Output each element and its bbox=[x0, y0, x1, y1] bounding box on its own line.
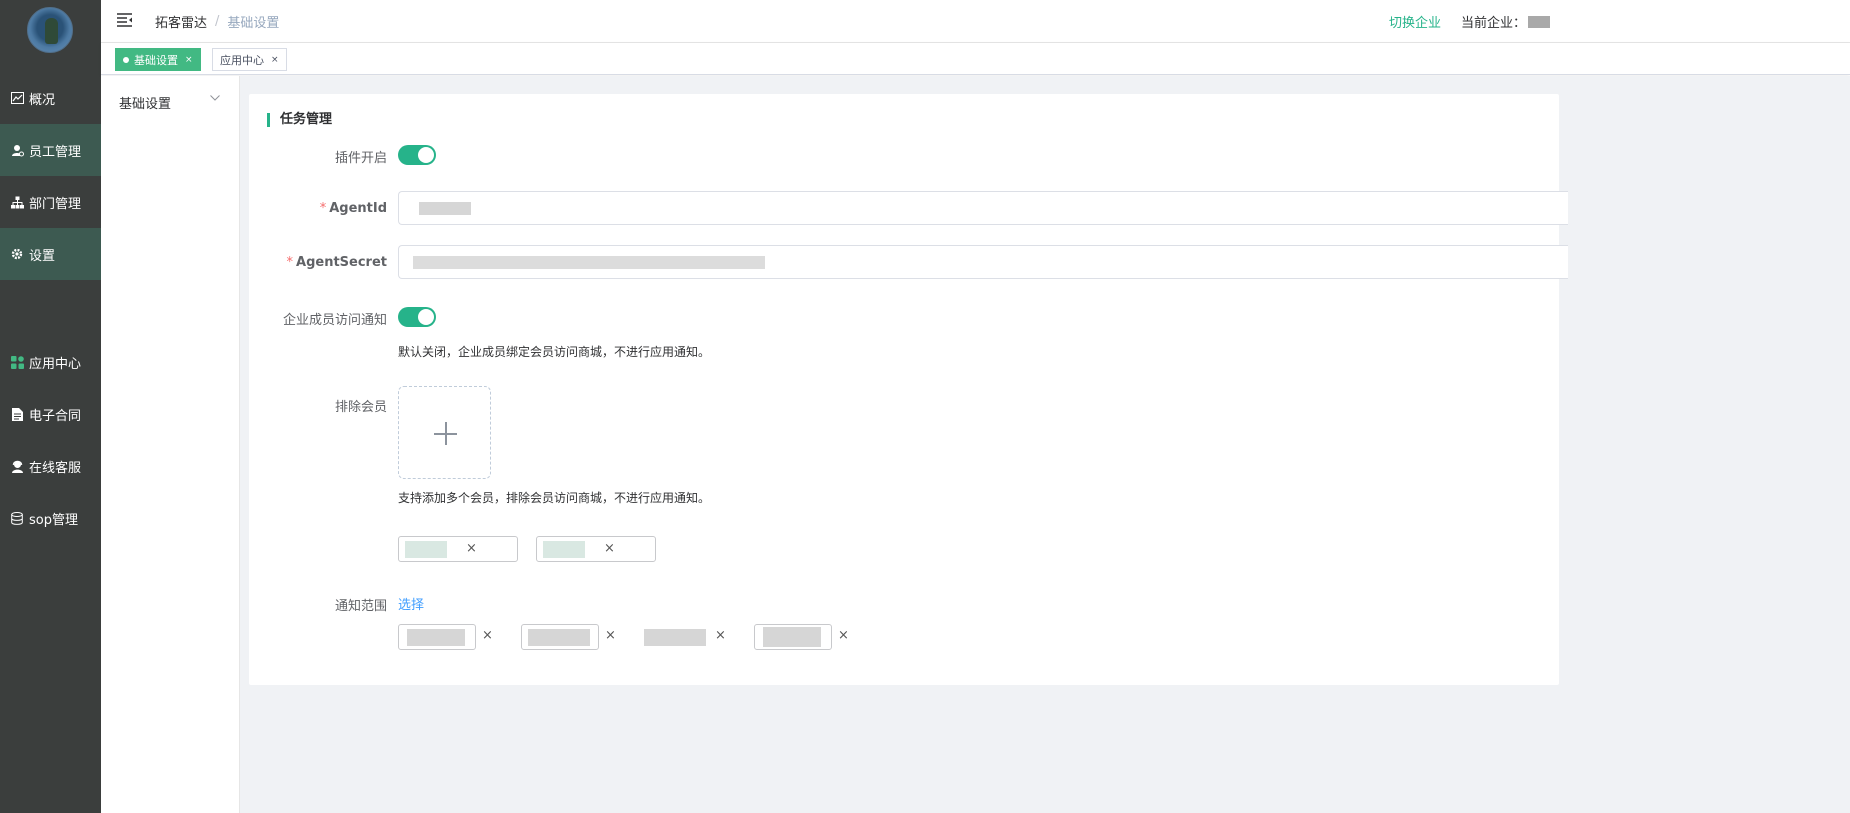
tab-app-center[interactable]: 应用中心 × bbox=[212, 48, 287, 71]
chart-icon bbox=[10, 91, 24, 105]
nav-label: 在线客服 bbox=[29, 460, 82, 476]
plugin-enable-label: 插件开启 bbox=[334, 151, 387, 166]
redacted-scope bbox=[644, 629, 706, 646]
notify-scope-chip bbox=[754, 624, 832, 650]
left-nav: 概况 员工管理 部门管理 设置 应用中心 电子合同 在线客服 sop管理 bbox=[0, 0, 101, 813]
agent-secret-label-text: AgentSecret bbox=[296, 255, 387, 270]
nav-label: 部门管理 bbox=[29, 196, 82, 212]
agent-id-label: * AgentId bbox=[320, 201, 387, 216]
nav-label: 员工管理 bbox=[29, 144, 82, 160]
nav-item-staff[interactable]: 员工管理 bbox=[0, 124, 101, 176]
active-dot bbox=[123, 56, 129, 63]
required-mark: * bbox=[319, 201, 327, 216]
redacted-member bbox=[405, 541, 447, 558]
main-content: 任务管理 插件开启 * AgentId * AgentSecret 企业成员访问通知… bbox=[240, 76, 1850, 813]
breadcrumb: 拓客雷达 / 基础设置 bbox=[155, 12, 279, 31]
apps-grid-icon bbox=[10, 355, 24, 369]
database-icon bbox=[10, 511, 24, 525]
remove-icon[interactable]: × bbox=[604, 541, 615, 556]
redacted-value bbox=[419, 202, 471, 215]
redacted-value bbox=[413, 256, 765, 269]
redacted-scope bbox=[528, 629, 590, 646]
nav-label: 电子合同 bbox=[29, 408, 82, 424]
member-notify-label: 企业成员访问通知 bbox=[282, 313, 387, 328]
submenu-item-basic-settings[interactable]: 基础设置 bbox=[119, 93, 171, 112]
breadcrumb-separator: / bbox=[215, 14, 220, 29]
add-member-upload[interactable] bbox=[398, 386, 491, 479]
excluded-member-chip: × bbox=[536, 536, 656, 562]
redacted-scope bbox=[763, 627, 821, 647]
nav-item-e-contract[interactable]: 电子合同 bbox=[0, 388, 101, 440]
sub-menu: 基础设置 bbox=[101, 76, 240, 813]
current-enterprise: 当前企业： bbox=[1461, 12, 1551, 31]
org-tree-icon bbox=[10, 195, 24, 209]
remove-icon[interactable]: × bbox=[838, 628, 849, 643]
remove-icon[interactable]: × bbox=[605, 628, 616, 643]
plugin-enable-switch[interactable] bbox=[398, 145, 436, 165]
exclude-members-hint: 支持添加多个会员，排除会员访问商城，不进行应用通知。 bbox=[398, 491, 711, 505]
section-title: 任务管理 bbox=[267, 113, 332, 127]
nav-label: 应用中心 bbox=[29, 356, 82, 372]
user-icon bbox=[10, 143, 24, 157]
nav-item-app-center[interactable]: 应用中心 bbox=[0, 336, 101, 388]
nav-label: 概况 bbox=[29, 92, 56, 108]
notify-scope-label: 通知范围 bbox=[334, 599, 387, 614]
agent-id-label-text: AgentId bbox=[329, 201, 387, 216]
close-icon[interactable]: × bbox=[271, 55, 279, 65]
remove-icon[interactable]: × bbox=[482, 628, 493, 643]
member-notify-switch[interactable] bbox=[398, 307, 436, 327]
nav-item-overview[interactable]: 概况 bbox=[0, 72, 101, 124]
notify-scope-chip bbox=[398, 624, 476, 650]
top-header: 拓客雷达 / 基础设置 切换企业 当前企业： bbox=[101, 0, 1850, 43]
current-enterprise-label: 当前企业： bbox=[1461, 16, 1527, 31]
settings-card: 任务管理 插件开启 * AgentId * AgentSecret 企业成员访问通知… bbox=[249, 94, 1568, 685]
gear-icon bbox=[10, 247, 24, 261]
tab-label: 应用中心 bbox=[220, 53, 264, 67]
document-icon bbox=[10, 407, 24, 421]
notify-scope-chip bbox=[521, 624, 599, 650]
redacted-enterprise-name bbox=[1528, 15, 1551, 28]
excluded-member-chip: × bbox=[398, 536, 518, 562]
notify-scope-select-link[interactable]: 选择 bbox=[398, 594, 424, 613]
nav-item-sop[interactable]: sop管理 bbox=[0, 492, 101, 544]
exclude-members-label: 排除会员 bbox=[334, 400, 387, 415]
menu-fold-icon[interactable] bbox=[117, 12, 135, 28]
agent-secret-label: * AgentSecret bbox=[287, 255, 387, 270]
member-notify-hint: 默认关闭，企业成员绑定会员访问商城，不进行应用通知。 bbox=[398, 345, 711, 359]
close-icon[interactable]: × bbox=[185, 55, 193, 65]
nav-item-online-service[interactable]: 在线客服 bbox=[0, 440, 101, 492]
nav-label: sop管理 bbox=[29, 512, 78, 528]
breadcrumb-item[interactable]: 拓客雷达 bbox=[155, 12, 207, 31]
redacted-scope bbox=[407, 629, 465, 646]
logo bbox=[27, 7, 73, 53]
redacted-member bbox=[543, 541, 585, 558]
remove-icon[interactable]: × bbox=[466, 541, 477, 556]
tab-label: 基础设置 bbox=[134, 53, 178, 67]
nav-item-department[interactable]: 部门管理 bbox=[0, 176, 101, 228]
notify-scope-chip bbox=[637, 624, 715, 650]
chevron-down-icon[interactable] bbox=[210, 95, 220, 101]
required-mark: * bbox=[286, 255, 294, 270]
headset-user-icon bbox=[10, 459, 24, 473]
tab-basic-settings[interactable]: 基础设置 × bbox=[115, 48, 201, 71]
agent-id-input[interactable] bbox=[398, 191, 1568, 225]
nav-item-settings[interactable]: 设置 bbox=[0, 228, 101, 280]
agent-secret-input[interactable] bbox=[398, 245, 1568, 279]
nav-label: 设置 bbox=[29, 248, 56, 264]
breadcrumb-item: 基础设置 bbox=[227, 16, 280, 31]
switch-enterprise-link[interactable]: 切换企业 bbox=[1389, 12, 1441, 31]
tabs-bar: 基础设置 × 应用中心 × bbox=[101, 43, 1850, 75]
remove-icon[interactable]: × bbox=[715, 628, 726, 643]
